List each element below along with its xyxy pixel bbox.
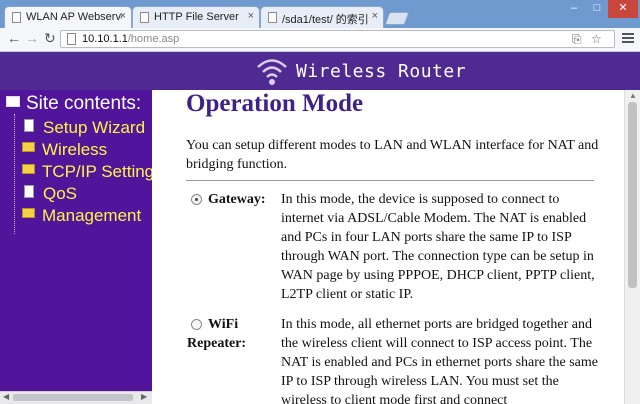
tab-wlan-ap-webserver[interactable]: WLAN AP Webserver × <box>4 6 132 28</box>
sidebar-item-setup-wizard[interactable]: Setup Wizard <box>22 118 145 138</box>
tab-label: HTTP File Server <box>154 11 239 23</box>
page-icon <box>12 12 21 23</box>
router-header: Wireless Router <box>0 52 640 90</box>
sidebar-horizontal-scrollbar[interactable]: ◀ ▶ <box>0 391 152 404</box>
tab-http-file-server[interactable]: HTTP File Server × <box>132 6 260 28</box>
wifi-repeater-label-line2: Repeater: <box>187 336 247 351</box>
sidebar-item-tcpip-settings[interactable]: TCP/IP Settings <box>22 162 152 182</box>
main-content: Operation Mode You can setup different m… <box>152 90 624 404</box>
wifi-repeater-description: In this mode, all ethernet ports are bri… <box>281 317 599 404</box>
router-title: Wireless Router <box>296 61 467 82</box>
sidebar-title: Site contents: <box>6 93 141 115</box>
scroll-left-arrow-icon[interactable]: ◀ <box>3 392 9 401</box>
close-window-button[interactable]: ✕ <box>608 0 638 18</box>
gateway-label: Gateway: <box>208 192 266 207</box>
menu-icon[interactable] <box>622 33 634 45</box>
bookmark-star-icon[interactable]: ☆ <box>591 32 602 46</box>
page-icon <box>140 12 149 23</box>
sidebar-item-qos[interactable]: QoS <box>22 184 77 204</box>
tab-sda1-test-index[interactable]: /sda1/test/ 的索引 × <box>260 6 384 28</box>
wifi-repeater-radio[interactable] <box>191 319 202 330</box>
sidebar: Site contents: Setup Wizard Wireless TCP… <box>0 90 152 404</box>
gateway-description: In this mode, the device is supposed to … <box>281 192 595 302</box>
page-icon <box>24 185 34 198</box>
folder-icon <box>22 142 35 152</box>
maximize-button[interactable]: □ <box>586 0 608 18</box>
folder-icon <box>22 164 35 174</box>
page-title: Operation Mode <box>186 90 364 117</box>
tree-root-icon <box>6 96 20 107</box>
sidebar-item-management[interactable]: Management <box>22 206 141 226</box>
tab-label: WLAN AP Webserver <box>26 11 122 23</box>
translate-icon[interactable]: ⎘ <box>572 32 582 47</box>
close-icon[interactable]: × <box>372 10 378 22</box>
folder-icon <box>22 208 35 218</box>
back-button[interactable]: ← <box>7 30 21 46</box>
sidebar-item-wireless[interactable]: Wireless <box>22 140 107 160</box>
page-icon <box>268 12 277 23</box>
forward-button[interactable]: → <box>25 30 39 46</box>
scroll-up-arrow-icon[interactable]: ▲ <box>629 91 637 100</box>
reload-button[interactable]: ↻ <box>44 30 56 47</box>
page-icon <box>67 33 76 45</box>
wifi-repeater-label: WiFi <box>208 317 239 332</box>
scrollbar-thumb[interactable] <box>13 394 133 401</box>
content-vertical-scrollbar[interactable]: ▲ <box>624 90 640 404</box>
tab-label: /sda1/test/ 的索引 <box>282 14 369 26</box>
tree-guide-line <box>14 114 16 234</box>
gateway-radio[interactable] <box>191 194 202 205</box>
close-icon[interactable]: × <box>248 10 254 22</box>
minimize-button[interactable]: – <box>562 0 586 18</box>
address-bar[interactable]: 10.10.1.1/home.asp ⎘ ☆ <box>60 30 615 48</box>
browser-toolbar: ← → ↻ 10.10.1.1/home.asp ⎘ ☆ <box>0 28 640 52</box>
divider <box>186 180 594 181</box>
scroll-right-arrow-icon[interactable]: ▶ <box>141 392 147 401</box>
scrollbar-thumb[interactable] <box>628 102 637 288</box>
url-text: 10.10.1.1/home.asp <box>82 33 180 45</box>
tab-strip: WLAN AP Webserver × HTTP File Server × /… <box>0 0 640 28</box>
page-icon <box>24 119 34 132</box>
new-tab-button[interactable] <box>384 12 410 25</box>
wifi-signal-icon <box>257 59 287 85</box>
intro-text: You can setup different modes to LAN and… <box>186 138 599 172</box>
close-icon[interactable]: × <box>120 10 126 22</box>
